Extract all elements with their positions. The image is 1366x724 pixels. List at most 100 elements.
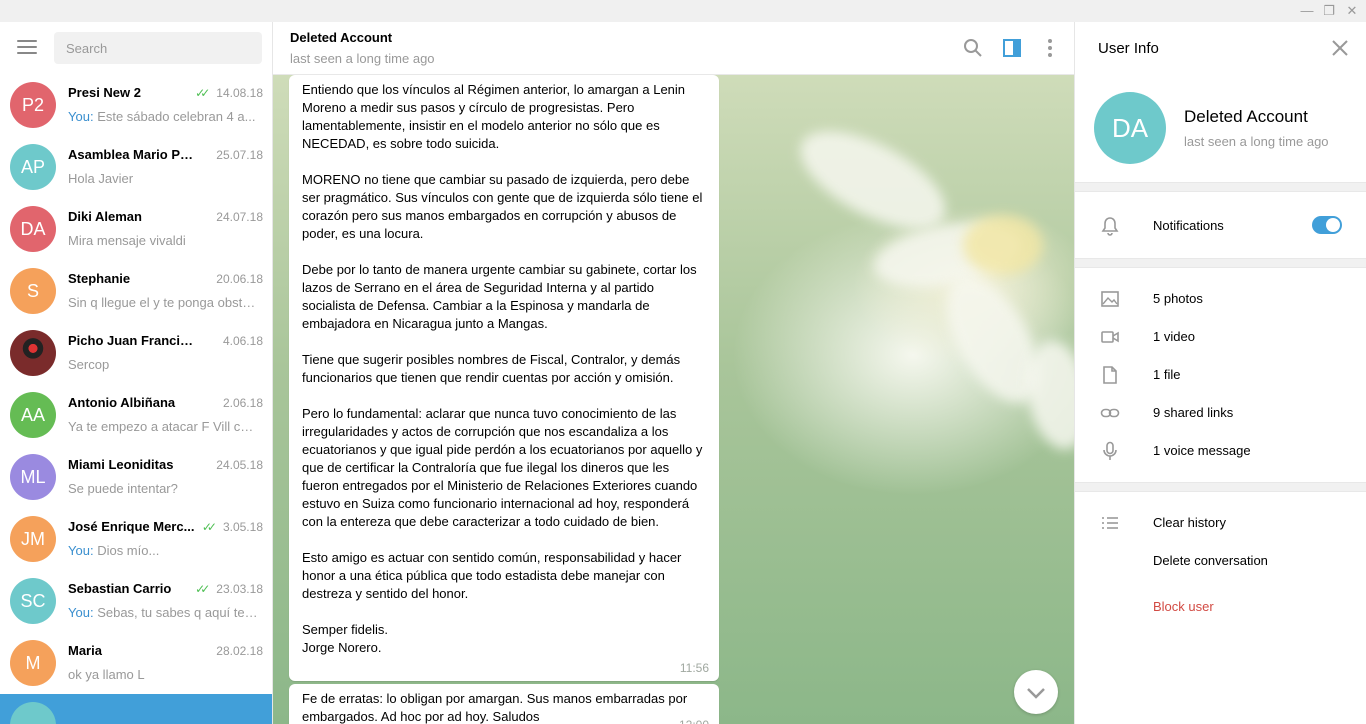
maximize-button[interactable]: ❐ <box>1320 2 1338 20</box>
list-icon <box>1102 517 1118 529</box>
dialog-item[interactable]: Picho Juan Francisco 4.06.18 Sercop <box>0 322 272 384</box>
avatar <box>10 330 56 376</box>
links-label: 9 shared links <box>1153 405 1234 420</box>
chevron-down-icon <box>1027 688 1045 699</box>
file-icon <box>1103 366 1117 384</box>
dialog-preview: You: Sebas, tu sabes q aquí te q... <box>68 605 260 620</box>
voice-label: 1 voice message <box>1153 443 1251 458</box>
dialog-preview-text: Este sábado celebran 4 a... <box>97 109 256 124</box>
read-checkmarks-icon: ✓✓ <box>201 520 217 534</box>
dialog-item[interactable]: M Maria 28.02.18 ok ya llamo L <box>0 632 272 694</box>
message-bubble[interactable]: Fe de erratas: lo obligan por amargan. S… <box>289 684 719 724</box>
dialog-preview: Mira mensaje vivaldi <box>68 233 260 248</box>
dialog-date: 2.06.18 <box>223 396 263 410</box>
avatar: SC <box>10 578 56 624</box>
search-icon[interactable] <box>962 37 984 59</box>
more-options-icon[interactable] <box>1039 37 1061 59</box>
read-checkmarks-icon: ✓✓ <box>195 86 210 100</box>
dialog-name: Presi New 2 <box>68 85 141 100</box>
photos-label: 5 photos <box>1153 291 1203 306</box>
avatar: AA <box>10 392 56 438</box>
profile-name: Deleted Account <box>1184 107 1308 126</box>
avatar <box>10 702 56 724</box>
delete-conversation-label: Delete conversation <box>1153 553 1268 568</box>
search-input[interactable] <box>54 32 262 64</box>
dialog-preview: You: Dios mío... <box>68 543 260 558</box>
avatar: AP <box>10 144 56 190</box>
dialog-date: ✓✓ 14.08.18 <box>195 86 263 100</box>
dialog-date: 24.05.18 <box>216 458 263 472</box>
dialog-preview-text: Dios mío... <box>97 543 160 558</box>
avatar: S <box>10 268 56 314</box>
dialog-date-text: 28.02.18 <box>216 644 263 658</box>
file-row[interactable]: 1 file <box>1075 356 1366 394</box>
dialog-name: Sebastian Carrio <box>68 581 172 596</box>
block-user-row[interactable]: Block user <box>1075 588 1366 626</box>
profile-status: last seen a long time ago <box>1184 134 1329 149</box>
close-icon[interactable] <box>1330 38 1350 58</box>
clear-history-row[interactable]: Clear history <box>1075 504 1366 542</box>
dialog-item[interactable]: SC Sebastian Carrio ✓✓ 23.03.18 You: Sebas, … <box>0 570 272 632</box>
message-paragraph: Semper fidelis. Jorge Norero. <box>302 622 388 655</box>
dialog-item-active[interactable] <box>0 694 272 724</box>
menu-icon[interactable] <box>17 40 37 56</box>
dialog-date-text: 24.07.18 <box>216 210 263 224</box>
dialog-preview: Ya te empezo a atacar F Vill con... <box>68 419 260 434</box>
links-row[interactable]: 9 shared links <box>1075 394 1366 432</box>
message-bubble[interactable]: Entiendo que los vínculos al Régimen ant… <box>289 75 719 681</box>
chat-area: Deleted Account last seen a long time ag… <box>273 22 1074 724</box>
message-paragraph: Pero lo fundamental: aclarar que nunca t… <box>302 406 703 529</box>
profile-avatar[interactable]: DA <box>1094 92 1166 164</box>
dialog-item[interactable]: DA Diki Aleman 24.07.18 Mira mensaje vivald… <box>0 198 272 260</box>
dialog-preview: ok ya llamo L <box>68 667 260 682</box>
dialog-item[interactable]: JM José Enrique Merc... ✓✓ 3.05.18 You: Dios… <box>0 508 272 570</box>
dialog-item[interactable]: AA Antonio Albiñana 2.06.18 Ya te empezo a … <box>0 384 272 446</box>
dialog-date: 20.06.18 <box>216 272 263 286</box>
scroll-down-button[interactable] <box>1014 670 1058 714</box>
bell-icon <box>1101 217 1119 236</box>
link-icon <box>1100 408 1120 418</box>
notifications-label: Notifications <box>1153 218 1224 233</box>
dialogs-sidebar: P2 Presi New 2 ✓✓ 14.08.18 You: Este sábado … <box>0 22 273 724</box>
photos-row[interactable]: 5 photos <box>1075 280 1366 318</box>
message-paragraph: Entiendo que los vínculos al Régimen ant… <box>302 82 686 151</box>
dialog-date-text: 20.06.18 <box>216 272 263 286</box>
dialog-preview-text: Sebas, tu sabes q aquí te q... <box>97 605 260 620</box>
dialog-name: Picho Juan Francisco <box>68 333 198 348</box>
message-paragraph: MORENO no tiene que cambiar su pasado de… <box>302 172 703 241</box>
dialog-preview: Se puede intentar? <box>68 481 260 496</box>
dialog-date-text: 2.06.18 <box>222 396 263 410</box>
dialog-name: Stephanie <box>68 271 131 286</box>
clear-history-label: Clear history <box>1153 515 1226 530</box>
dialog-preview-text: ok ya llamo L <box>68 667 145 682</box>
dialog-date: 24.07.18 <box>216 210 263 224</box>
dialog-item[interactable]: AP Asamblea Mario Paz... 25.07.18 Hola Javi… <box>0 136 272 198</box>
close-window-button[interactable]: ✕ <box>1343 2 1361 20</box>
dialog-date: ✓✓ 3.05.18 <box>202 520 263 534</box>
dialog-preview-text: Se puede intentar? <box>68 481 178 496</box>
microphone-icon <box>1103 441 1117 460</box>
dialog-item[interactable]: S Stephanie 20.06.18 Sin q llegue el y te p… <box>0 260 272 322</box>
minimize-button[interactable]: — <box>1298 2 1316 20</box>
dialog-preview: You: Este sábado celebran 4 a... <box>68 109 260 124</box>
message-paragraph: Esto amigo es actuar con sentido común, … <box>302 550 682 601</box>
dialog-name: José Enrique Merc... <box>68 519 195 534</box>
voice-row[interactable]: 1 voice message <box>1075 432 1366 470</box>
dialog-item[interactable]: P2 Presi New 2 ✓✓ 14.08.18 You: Este sábado … <box>0 74 272 136</box>
you-prefix: You: <box>68 605 94 620</box>
dialog-date-text: 23.03.18 <box>216 582 263 596</box>
dialog-date-text: 4.06.18 <box>222 334 263 348</box>
delete-conversation-row[interactable]: Delete conversation <box>1075 542 1366 580</box>
avatar: M <box>10 640 56 686</box>
notifications-toggle[interactable] <box>1312 216 1342 234</box>
message-paragraph: Debe por lo tanto de manera urgente camb… <box>302 262 697 331</box>
chat-title[interactable]: Deleted Account <box>290 30 392 45</box>
block-user-label: Block user <box>1153 599 1214 614</box>
video-row[interactable]: 1 video <box>1075 318 1366 356</box>
dialog-item[interactable]: ML Miami Leoniditas 24.05.18 Se puede inten… <box>0 446 272 508</box>
message-time: 11:56 <box>679 661 709 675</box>
chat-status: last seen a long time ago <box>290 51 435 66</box>
sidebar-toggle-icon[interactable] <box>1001 37 1023 59</box>
avatar: JM <box>10 516 56 562</box>
panel-title: User Info <box>1098 40 1159 57</box>
